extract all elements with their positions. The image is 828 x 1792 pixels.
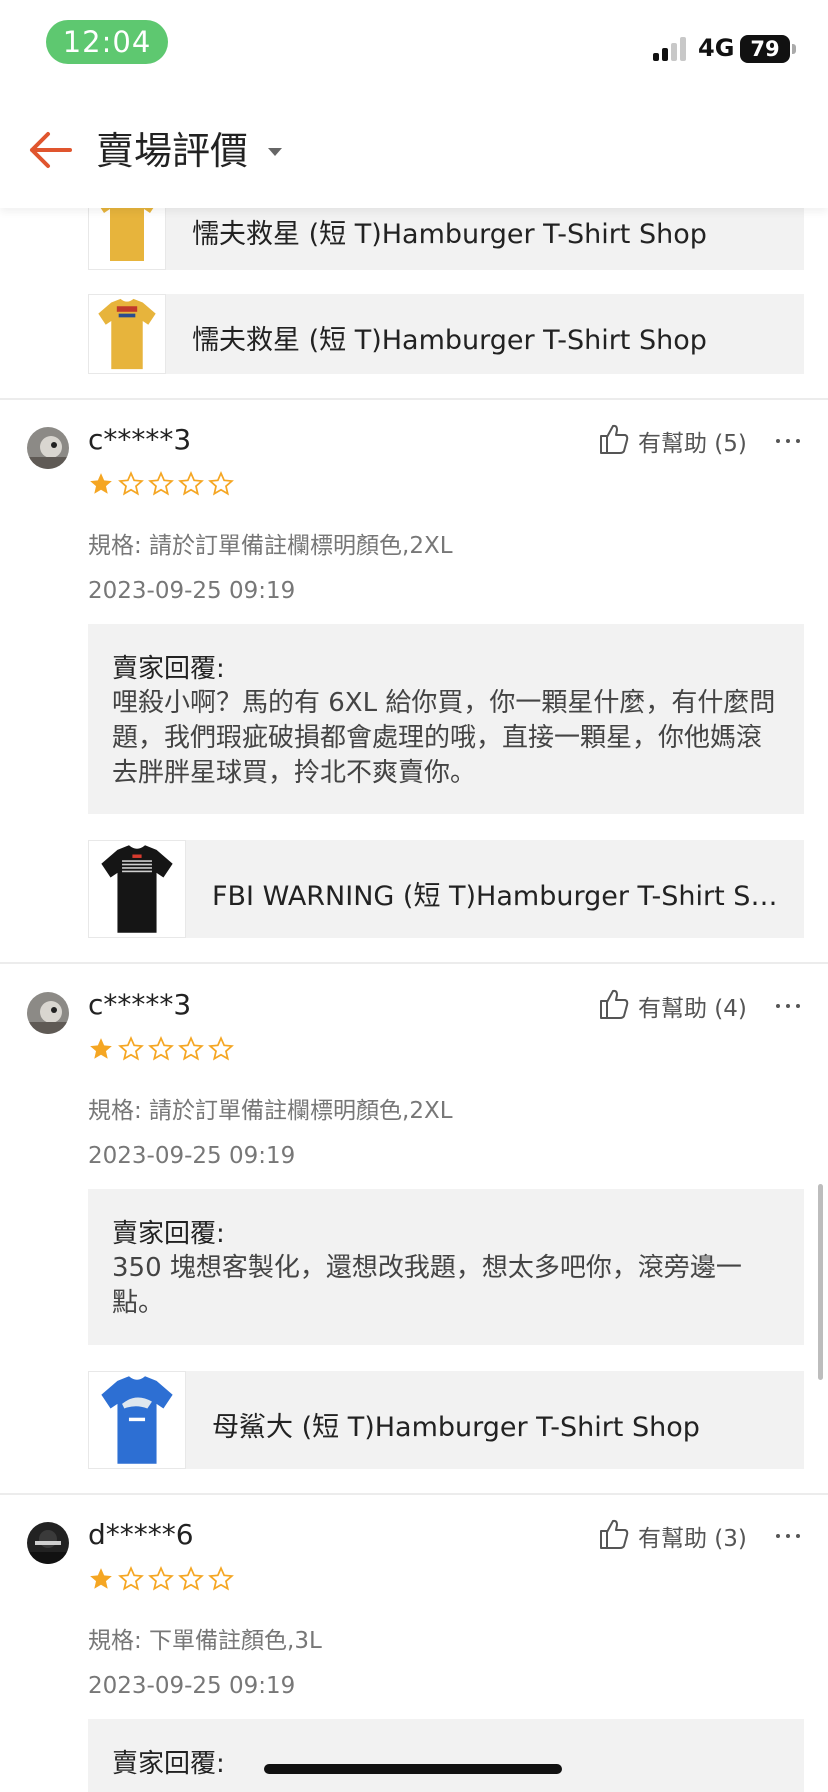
product-thumbnail: [88, 294, 166, 374]
product-card[interactable]: 母鯊大 (短 T)Hamburger T-Shirt Shop: [88, 1371, 804, 1469]
product-name: FBI WARNING (短 T)Hamburger T-Shirt Sh...: [212, 881, 792, 912]
thumbs-up-icon: [600, 989, 629, 1019]
thumbs-up-icon: [600, 424, 629, 454]
star-empty-icon: [148, 471, 174, 496]
star-filled-icon: [90, 1038, 112, 1059]
star-empty-icon: [208, 1566, 234, 1591]
home-indicator[interactable]: [264, 1764, 562, 1774]
product-name: 懦夫救星 (短 T)Hamburger T-Shirt Shop: [192, 219, 707, 250]
thumbs-up-icon: [600, 1519, 629, 1549]
star-empty-icon: [148, 1566, 174, 1591]
avatar[interactable]: [27, 992, 69, 1034]
review-date: 2023-09-25 09:19: [88, 578, 296, 604]
seller-reply: 賣家回覆: 350 塊想客製化，還想改我題，想太多吧你，滾旁邊一點。: [88, 1189, 804, 1345]
star-filled-icon: [90, 1568, 112, 1589]
star-empty-icon: [178, 471, 204, 496]
product-spec: 規格: 請於訂單備註欄標明顏色,2XL: [88, 1098, 453, 1124]
star-empty-icon: [118, 1036, 144, 1061]
screen: 懦夫救星 (短 T)Hamburger T-Shirt Shop 懦夫救星 (短…: [0, 0, 828, 1792]
seller-reply: 賣家回覆: 哩殺小啊？馬的有 6XL 給你買，你一顆星什麼，有什麼問題，我們瑕疵…: [88, 624, 804, 814]
helpful-button[interactable]: 有幫助 (4): [598, 987, 748, 1023]
product-card[interactable]: FBI WARNING (短 T)Hamburger T-Shirt Sh...: [88, 840, 804, 938]
helpful-button[interactable]: 有幫助 (5): [598, 422, 748, 458]
scrollbar[interactable]: [818, 1184, 823, 1380]
helpful-label: 有幫助 (5): [638, 431, 747, 457]
network-label: 4G: [698, 34, 735, 62]
seller-reply-label: 賣家回覆:: [112, 1749, 225, 1779]
battery-icon: 79: [740, 35, 790, 63]
helpful-label: 有幫助 (3): [638, 1526, 747, 1552]
divider: [0, 1493, 828, 1495]
review-date: 2023-09-25 09:19: [88, 1143, 296, 1169]
product-card[interactable]: 懦夫救星 (短 T)Hamburger T-Shirt Shop: [88, 294, 804, 374]
seller-reply-text: 哩殺小啊？馬的有 6XL 給你買，你一顆星什麼，有什麼問題，我們瑕疵破損都會處理…: [112, 688, 776, 788]
star-empty-icon: [208, 1036, 234, 1061]
more-options-icon[interactable]: [774, 1526, 804, 1546]
star-rating: [88, 1036, 238, 1062]
divider: [0, 962, 828, 964]
divider: [0, 398, 828, 400]
star-empty-icon: [148, 1036, 174, 1061]
review-date: 2023-09-25 09:19: [88, 1673, 296, 1699]
star-rating: [88, 1566, 238, 1592]
page-title[interactable]: 賣場評價: [96, 128, 248, 174]
seller-reply-label: 賣家回覆:: [112, 1219, 225, 1249]
star-empty-icon: [118, 471, 144, 496]
star-empty-icon: [178, 1566, 204, 1591]
more-options-icon[interactable]: [774, 431, 804, 451]
battery-cap: [792, 44, 796, 54]
app-header: 賣場評價: [0, 90, 828, 208]
caret-down-icon[interactable]: [268, 148, 282, 156]
star-rating: [88, 471, 238, 497]
product-spec: 規格: 下單備註顏色,3L: [88, 1628, 322, 1654]
product-name: 懦夫救星 (短 T)Hamburger T-Shirt Shop: [192, 325, 707, 356]
reviewer-name: c*****3: [88, 423, 192, 456]
seller-reply-label: 賣家回覆:: [112, 654, 225, 684]
star-empty-icon: [118, 1566, 144, 1591]
seller-reply: 賣家回覆:: [88, 1719, 804, 1792]
more-options-icon[interactable]: [774, 996, 804, 1016]
star-filled-icon: [90, 473, 112, 494]
product-spec: 規格: 請於訂單備註欄標明顏色,2XL: [88, 533, 453, 559]
avatar[interactable]: [27, 1522, 69, 1564]
helpful-label: 有幫助 (4): [638, 996, 747, 1022]
status-bar: 12:04 4G 79: [0, 0, 828, 90]
star-empty-icon: [178, 1036, 204, 1061]
product-name: 母鯊大 (短 T)Hamburger T-Shirt Shop: [212, 1412, 700, 1443]
star-empty-icon: [208, 471, 234, 496]
helpful-button[interactable]: 有幫助 (3): [598, 1517, 748, 1553]
clock: 12:04: [46, 20, 168, 64]
seller-reply-text: 350 塊想客製化，還想改我題，想太多吧你，滾旁邊一點。: [112, 1253, 742, 1318]
product-thumbnail: [88, 1371, 186, 1469]
product-thumbnail: [88, 840, 186, 938]
avatar[interactable]: [27, 427, 69, 469]
reviewer-name: c*****3: [88, 988, 192, 1021]
reviewer-name: d*****6: [88, 1518, 194, 1551]
signal-icon: [653, 37, 689, 61]
back-arrow-icon[interactable]: [26, 128, 74, 172]
